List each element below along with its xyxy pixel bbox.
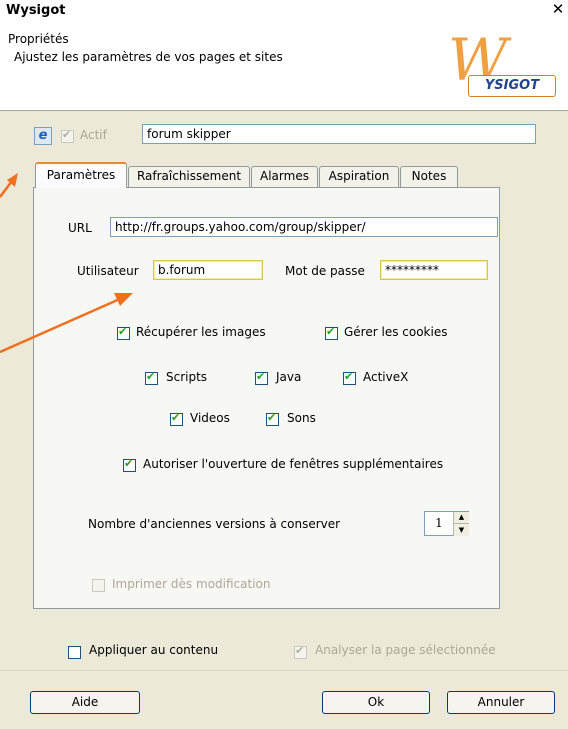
arrow-to-tabs	[0, 173, 18, 198]
tab-parametres[interactable]: Paramètres	[35, 162, 127, 188]
annotation-arrows	[0, 173, 133, 354]
arrow-to-user-field	[0, 293, 133, 354]
